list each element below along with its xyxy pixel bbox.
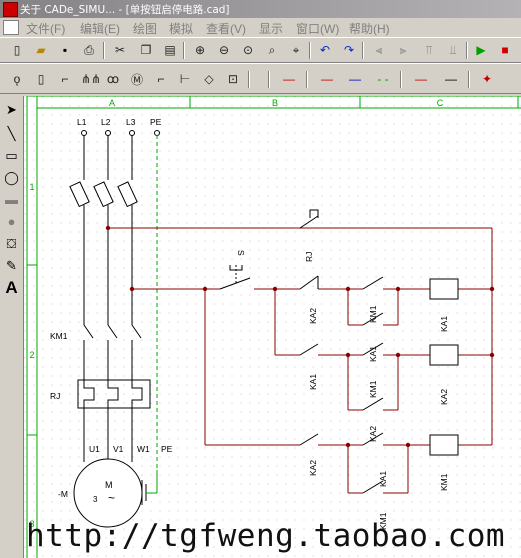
app-icon xyxy=(3,2,18,17)
line-tool-icon[interactable]: ╲ xyxy=(2,124,21,143)
zoom-fit-icon[interactable]: ⊙ xyxy=(239,41,257,59)
menu-window[interactable]: 窗口(W) xyxy=(296,20,339,37)
motor-phase: 3 xyxy=(93,495,98,504)
zoom-window-icon[interactable]: ⌕ xyxy=(263,41,281,59)
fill-bucket-icon[interactable]: ⛋ xyxy=(2,234,21,253)
wire-red-icon-2[interactable]: — xyxy=(318,70,336,88)
switch-icon[interactable]: ⌐ xyxy=(56,70,74,88)
column-label-a: A xyxy=(109,98,115,108)
ellipse-tool-icon[interactable]: ◯ xyxy=(2,168,21,187)
label-u1: U1 xyxy=(89,444,100,454)
watermark: http://tgfweng.taobao.com xyxy=(26,518,506,554)
menu-bar: 文件(F) 编辑(E) 绘图 模拟 查看(V) 显示 窗口(W) 帮助(H) xyxy=(0,18,521,36)
label-l2: L2 xyxy=(101,117,111,127)
column-label-c: C xyxy=(437,98,444,108)
label-km1-r2: KM1 xyxy=(368,380,378,398)
wire-red-icon[interactable]: — xyxy=(280,70,298,88)
text-tool-icon[interactable]: A xyxy=(2,278,21,297)
stop-simulation-icon[interactable]: ■ xyxy=(496,41,514,59)
component-toolbar: ǫ ▯ ⌐ ⋔⋔ ꝏ Ⓜ ⌐ ⊢ ◇ ⊡ — — — - - — — ✦ xyxy=(0,63,521,94)
connection-point-icon[interactable]: ✦ xyxy=(478,70,496,88)
menu-edit[interactable]: 编辑(E) xyxy=(80,20,120,37)
label-v1: V1 xyxy=(113,444,124,454)
thermal-relay-icon[interactable]: ꝏ xyxy=(104,70,122,88)
menu-help[interactable]: 帮助(H) xyxy=(349,20,390,37)
menu-display[interactable]: 显示 xyxy=(259,20,283,37)
align-top-icon[interactable]: ⫪ xyxy=(420,41,438,59)
label-km1-r1: KM1 xyxy=(368,305,378,323)
align-right-icon[interactable]: ⫸ xyxy=(394,41,412,59)
wire-black-icon[interactable]: — xyxy=(442,70,460,88)
print-icon[interactable]: ⎙ xyxy=(80,41,98,59)
label-ka1-r2: KA1 xyxy=(368,346,378,362)
menu-draw[interactable]: 绘图 xyxy=(133,20,157,37)
label-pe: PE xyxy=(150,117,162,127)
align-bottom-icon[interactable]: ⫫ xyxy=(444,41,462,59)
color-picker-icon[interactable]: ✎ xyxy=(2,256,21,275)
rectangle-tool-icon[interactable]: ▭ xyxy=(2,146,21,165)
menu-file[interactable]: 文件(F) xyxy=(26,20,65,37)
sensor-icon[interactable]: ◇ xyxy=(200,70,218,88)
contact-nc-icon[interactable]: ⊢ xyxy=(176,70,194,88)
label-pe-motor: PE xyxy=(161,444,173,454)
breaker-icon[interactable]: ⋔⋔ xyxy=(80,70,102,88)
menu-view[interactable]: 查看(V) xyxy=(206,20,246,37)
label-ka2-r3: KA2 xyxy=(368,426,378,442)
filled-rectangle-icon[interactable]: ▬ xyxy=(2,190,21,209)
wire-red-icon-3[interactable]: — xyxy=(412,70,430,88)
wire-green-icon[interactable]: - - xyxy=(374,70,392,88)
label-ka1-coil: KA1 xyxy=(439,316,449,332)
align-left-icon[interactable]: ⫷ xyxy=(370,41,388,59)
contact-no-icon[interactable]: ⌐ xyxy=(152,70,170,88)
label-ka2-coil: KA2 xyxy=(439,389,449,405)
motor-icon[interactable]: Ⓜ xyxy=(128,70,146,88)
label-l1: L1 xyxy=(77,117,87,127)
window-title: 关于 CADe_SIMU... - [单按钮启停电路.cad] xyxy=(20,4,230,16)
label-ka1-r3: KA1 xyxy=(378,471,388,487)
new-file-icon[interactable]: ▯ xyxy=(8,41,26,59)
column-label-b: B xyxy=(272,98,278,108)
title-bar: 关于 CADe_SIMU... - [单按钮启停电路.cad] xyxy=(0,0,521,18)
save-icon[interactable]: ▪ xyxy=(56,41,74,59)
label-l3: L3 xyxy=(126,117,136,127)
menu-simulate[interactable]: 模拟 xyxy=(169,20,193,37)
undo-icon[interactable]: ↶ xyxy=(316,41,334,59)
row-label-2: 2 xyxy=(29,350,34,360)
label-w1: W1 xyxy=(137,444,150,454)
motor-letter: M xyxy=(105,480,113,490)
label-ka1-r2b: KA1 xyxy=(308,374,318,390)
drawing-canvas[interactable]: A B C 1 2 3 L1 L2 L3 PE KM1 RJ U1 V1 W1 … xyxy=(24,96,521,558)
row-label-1: 1 xyxy=(29,182,34,192)
zoom-out-icon[interactable]: ⊖ xyxy=(215,41,233,59)
filled-ellipse-icon[interactable]: ● xyxy=(2,212,21,231)
run-simulation-icon[interactable]: ▶ xyxy=(472,41,490,59)
label-km1-main: KM1 xyxy=(50,331,68,341)
label-rj-main: RJ xyxy=(50,391,60,401)
coil-icon[interactable]: ⊡ xyxy=(224,70,242,88)
paste-icon[interactable]: ▤ xyxy=(161,41,179,59)
fuses xyxy=(69,181,138,208)
label-ka2-r1: KA2 xyxy=(308,308,318,324)
open-folder-icon[interactable]: ▰ xyxy=(32,41,50,59)
label-s: S xyxy=(236,250,246,256)
motor-tag: -M xyxy=(58,489,68,499)
label-km1-coil: KM1 xyxy=(439,473,449,491)
label-rj-contact: RJ xyxy=(304,252,314,262)
terminal-icon[interactable]: ǫ xyxy=(8,70,26,88)
fuse-icon[interactable]: ▯ xyxy=(32,70,50,88)
cut-icon[interactable]: ✂ xyxy=(111,41,129,59)
standard-toolbar: ▯ ▰ ▪ ⎙ ✂ ❐ ▤ ⊕ ⊖ ⊙ ⌕ ⌖ ↶ ↷ ⫷ ⫸ ⫪ ⫫ ▶ ■ xyxy=(0,37,521,63)
drawing-toolbox: ➤ ╲ ▭ ◯ ▬ ● ⛋ ✎ A xyxy=(0,96,24,558)
wire-blue-icon[interactable]: — xyxy=(346,70,364,88)
ac-symbol: ~ xyxy=(108,491,115,505)
pointer-arrow-icon[interactable]: ➤ xyxy=(2,100,21,119)
zoom-area-icon[interactable]: ⌖ xyxy=(287,41,305,59)
label-ka2-r3b: KA2 xyxy=(308,460,318,476)
document-icon[interactable] xyxy=(3,20,19,35)
copy-icon[interactable]: ❐ xyxy=(137,41,155,59)
zoom-in-icon[interactable]: ⊕ xyxy=(191,41,209,59)
redo-icon[interactable]: ↷ xyxy=(340,41,358,59)
